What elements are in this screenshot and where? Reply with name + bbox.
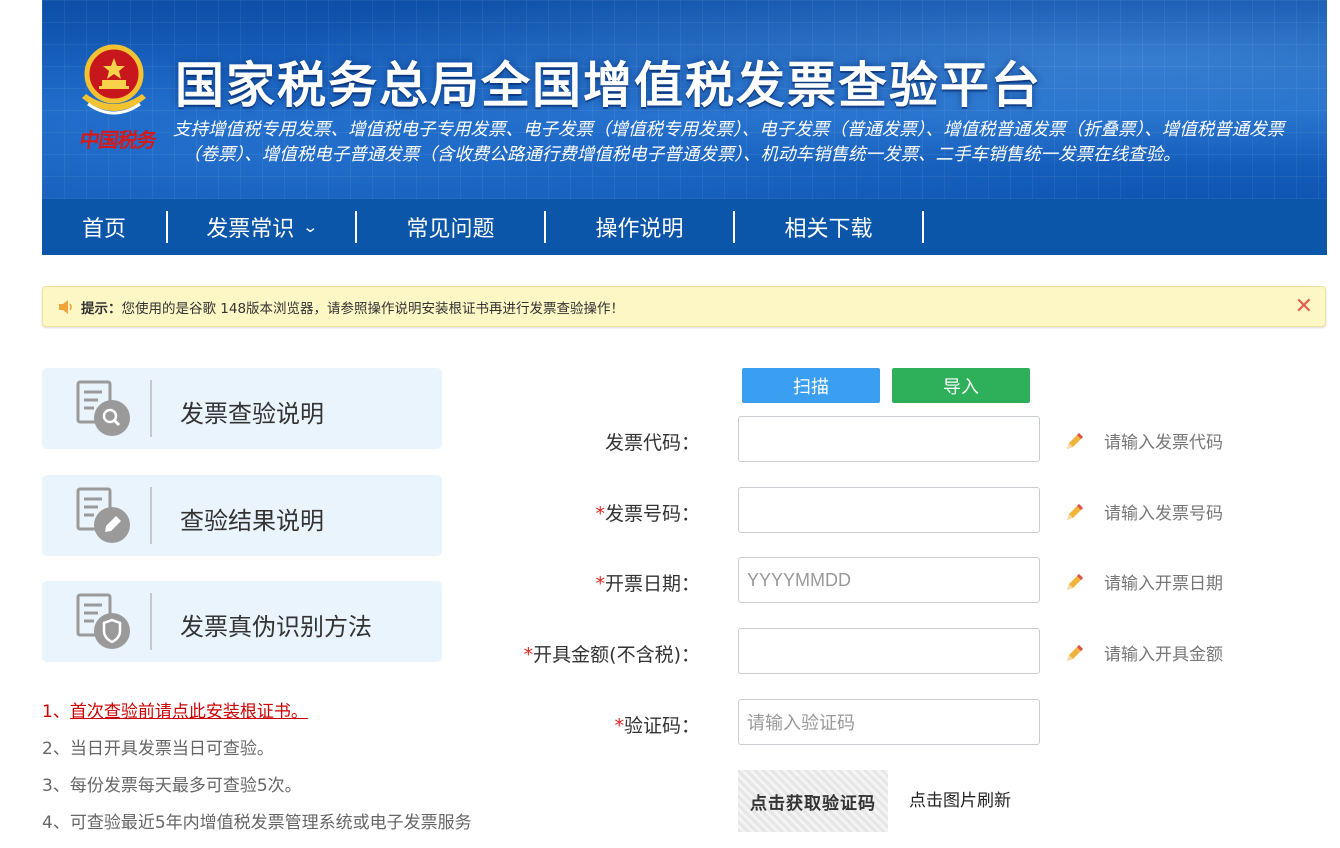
pencil-icon: [1067, 432, 1083, 449]
card-authenticity-guide[interactable]: 发票真伪识别方法: [42, 581, 442, 662]
card-divider: [150, 487, 152, 544]
pencil-icon: [1067, 573, 1083, 590]
card-title: 发票真伪识别方法: [180, 613, 372, 641]
import-button[interactable]: 导入: [892, 368, 1030, 403]
card-result-guide[interactable]: 查验结果说明: [42, 475, 442, 556]
document-search-icon: [76, 380, 130, 436]
card-divider: [150, 593, 152, 650]
header-banner: 中国税务 国家税务总局全国增值税发票查验平台 支持增值税专用发票、增值税电子专用…: [42, 0, 1327, 199]
required-mark: *: [523, 644, 534, 666]
nav-item-label: 常见问题: [406, 217, 495, 242]
note-number: 1、: [42, 702, 70, 722]
required-mark: *: [595, 503, 605, 525]
install-root-cert-link[interactable]: 首次查验前请点此安装根证书。: [70, 702, 308, 722]
invoice-number-hint: 请输入发票号码: [1064, 499, 1223, 524]
hint-text: 请输入开具金额: [1104, 645, 1223, 665]
field-label-text: 发票号码：: [604, 503, 700, 525]
note-item-1: 1、首次查验前请点此安装根证书。: [42, 700, 472, 737]
nav-item-label: 相关下载: [784, 217, 873, 242]
note-item-4: 4、可查验最近5年内增值税发票管理系统或电子发票服务: [42, 813, 472, 833]
field-placeholder: YYYYMMDD: [747, 569, 852, 590]
notice-text: 您使用的是谷歌 148版本浏览器，请参照操作说明安装根证书再进行发票查验操作！: [121, 300, 625, 317]
invoice-code-label: 发票代码：: [605, 428, 700, 455]
card-title: 发票查验说明: [180, 400, 324, 428]
invoice-date-label: *开票日期：: [595, 569, 700, 596]
nav-item-label: 操作说明: [595, 217, 684, 242]
banner-subtitle-line1: 支持增值税专用发票、增值税电子专用发票、电子发票（增值税专用发票）、电子发票（普…: [173, 120, 1285, 140]
captcha-image[interactable]: 点击获取验证码: [738, 770, 888, 832]
invoice-number-input[interactable]: [738, 487, 1040, 533]
invoice-date-hint: 请输入开票日期: [1064, 569, 1223, 594]
banner-subtitle-line2: （卷票）、增值税电子普通发票（含收费公路通行费增值税电子普通发票）、机动车销售统…: [183, 145, 1181, 165]
document-edit-icon: [76, 487, 130, 543]
hint-text: 请输入发票代码: [1104, 433, 1223, 453]
hint-text: 请输入发票号码: [1104, 504, 1223, 524]
captcha-label: *验证码：: [614, 711, 700, 738]
field-label-text: 发票代码：: [604, 432, 700, 454]
hint-text: 请输入开票日期: [1104, 574, 1223, 594]
note-item-3: 3、每份发票每天最多可查验5次。: [42, 776, 302, 796]
browser-notice: 提示： 您使用的是谷歌 148版本浏览器，请参照操作说明安装根证书再进行发票查验…: [42, 286, 1326, 327]
notes-list: 1、首次查验前请点此安装根证书。 2、当日开具发票当日可查验。 3、每份发票每天…: [42, 700, 472, 848]
field-placeholder: 请输入验证码: [747, 713, 855, 733]
nav-item-label: 首页: [81, 217, 126, 242]
nav-item-instructions[interactable]: 操作说明: [546, 211, 735, 243]
speaker-icon: [59, 299, 72, 314]
pencil-icon: [1067, 503, 1083, 520]
main-nav: 首页 发票常识 ⌄ 常见问题 操作说明 相关下载: [42, 199, 1327, 255]
page-title: 国家税务总局全国增值税发票查验平台: [175, 57, 1043, 114]
nav-item-faq[interactable]: 常见问题: [357, 211, 546, 243]
close-icon[interactable]: ✕: [1295, 294, 1313, 319]
notice-label: 提示：: [81, 300, 122, 317]
banner-subtitle: 支持增值税专用发票、增值税电子专用发票、电子发票（增值税专用发票）、电子发票（普…: [173, 118, 1323, 168]
document-shield-icon: [76, 593, 130, 649]
card-divider: [150, 380, 152, 437]
nav-item-invoice-knowledge[interactable]: 发票常识 ⌄: [168, 211, 357, 243]
chevron-down-icon: ⌄: [302, 218, 319, 236]
captcha-input[interactable]: 请输入验证码: [738, 699, 1040, 745]
invoice-number-label: *发票号码：: [595, 499, 700, 526]
required-mark: *: [614, 715, 624, 737]
amount-hint: 请输入开具金额: [1064, 640, 1223, 665]
nav-item-label: 发票常识: [206, 217, 295, 242]
pencil-icon: [1067, 644, 1083, 661]
invoice-date-input[interactable]: YYYYMMDD: [738, 557, 1040, 603]
amount-label: *开具金额(不含税)：: [524, 640, 700, 667]
card-invoice-check-guide[interactable]: 发票查验说明: [42, 368, 442, 449]
note-item-2: 2、当日开具发票当日可查验。: [42, 739, 274, 759]
nav-item-downloads[interactable]: 相关下载: [735, 211, 924, 243]
tax-seal-logo: 中国税务: [77, 128, 158, 152]
required-mark: *: [595, 573, 605, 595]
field-label-text: 验证码：: [623, 715, 700, 737]
card-title: 查验结果说明: [180, 507, 324, 535]
invoice-code-input[interactable]: [738, 416, 1040, 462]
amount-input[interactable]: [738, 628, 1040, 674]
field-label-text: 开票日期：: [604, 573, 700, 595]
nav-item-home[interactable]: 首页: [42, 211, 168, 243]
field-label-text: 开具金额(不含税)：: [533, 644, 700, 666]
scan-button[interactable]: 扫描: [742, 368, 880, 403]
captcha-refresh-text: 点击图片刷新: [909, 791, 1011, 811]
invoice-code-hint: 请输入发票代码: [1064, 428, 1223, 453]
national-emblem-icon: [82, 44, 146, 115]
